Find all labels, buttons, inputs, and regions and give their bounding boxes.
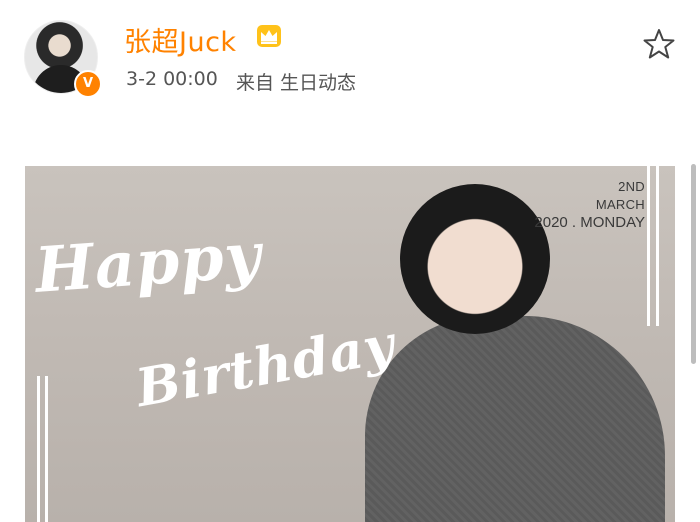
- post-source[interactable]: 来自 生日动态: [236, 68, 356, 95]
- post-image[interactable]: Happy Birthday 2ND MARCH 2020 . MONDAY: [25, 166, 675, 522]
- date-day: 2ND: [618, 179, 645, 194]
- birthday-script-text: Birthday: [131, 313, 400, 420]
- decorative-line: [656, 166, 659, 326]
- crown-icon: [257, 25, 281, 47]
- verified-badge-icon: V: [74, 70, 102, 98]
- decorative-line: [45, 376, 48, 522]
- date-block: 2ND MARCH 2020 . MONDAY: [534, 178, 645, 232]
- date-month: MARCH: [595, 197, 645, 212]
- date-year: 2020 . MONDAY: [534, 214, 645, 231]
- person-sweater: [365, 316, 665, 522]
- post-timestamp: 3-2 00:00: [126, 68, 218, 90]
- star-icon[interactable]: [642, 27, 676, 61]
- happy-script-text: Happy: [32, 218, 264, 307]
- username[interactable]: 张超Juck: [124, 20, 237, 59]
- scrollbar[interactable]: [691, 164, 696, 364]
- person-head: [400, 184, 550, 334]
- post-header: V 张超Juck 3-2 00:00 来自 生日动态: [0, 0, 700, 130]
- decorative-line: [647, 166, 650, 326]
- decorative-line: [37, 376, 40, 522]
